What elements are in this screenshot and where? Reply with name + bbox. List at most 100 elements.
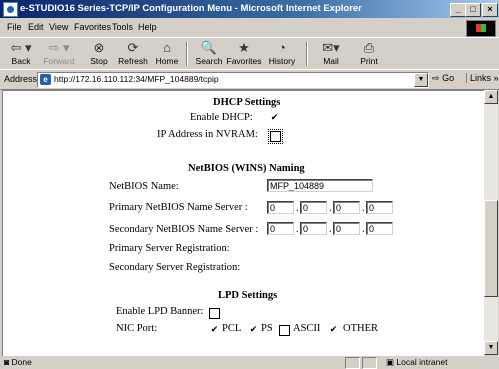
- nvram-label: IP Address in NVRAM:: [157, 129, 258, 140]
- enable-dhcp-checkbox[interactable]: ✔: [269, 113, 280, 124]
- mail-button[interactable]: ✉▾ Mail: [312, 40, 350, 68]
- zone-indicator: ▣ Local intranet: [386, 357, 447, 368]
- toolbar-separator: [306, 42, 308, 66]
- print-icon: ⎙: [363, 40, 375, 55]
- toolbar: ⇦ ▾ Back ⇨ ▾ Forward ⊗ Stop ⟳ Refresh ⌂ …: [0, 37, 499, 70]
- enable-dhcp-label: Enable DHCP:: [190, 112, 253, 123]
- ps-checkbox[interactable]: ✔: [248, 325, 259, 336]
- octet-dot: .: [362, 203, 365, 214]
- octet-dot: .: [329, 224, 332, 235]
- status-pane: [345, 357, 360, 369]
- status-text: ◙ Done: [4, 357, 32, 367]
- octet-dot: .: [296, 203, 299, 214]
- menu-view[interactable]: View: [49, 22, 68, 32]
- other-label: OTHER: [343, 323, 378, 334]
- links-button[interactable]: Links »: [466, 73, 499, 83]
- go-label: Go: [442, 73, 455, 83]
- window-title: e-STUDIO16 Series-TCP/IP Configuration M…: [20, 3, 362, 14]
- search-label: Search: [195, 56, 223, 66]
- octet-dot: .: [362, 224, 365, 235]
- minimize-button[interactable]: _: [450, 3, 466, 17]
- menu-tools[interactable]: Tools: [112, 22, 133, 32]
- maximize-button[interactable]: □: [465, 3, 481, 17]
- address-dropdown-button[interactable]: ▼: [414, 73, 428, 87]
- octet-dot: .: [296, 224, 299, 235]
- scroll-up-button[interactable]: ▲: [484, 90, 498, 104]
- address-url[interactable]: http://172.16.110.112:34/MFP_104889/tcpi…: [54, 74, 219, 84]
- primary-registration-label: Primary Server Registration:: [109, 243, 230, 254]
- secondary-octet-3[interactable]: 0: [333, 222, 360, 235]
- back-arrow-icon: ⇦ ▾: [10, 40, 32, 55]
- status-done: Done: [11, 357, 32, 367]
- primary-octet-4[interactable]: 0: [366, 201, 393, 214]
- print-button[interactable]: ⎙ Print: [350, 40, 388, 68]
- stop-button[interactable]: ⊗ Stop: [80, 40, 118, 68]
- ascii-checkbox[interactable]: [279, 325, 290, 336]
- pcl-label: PCL: [222, 323, 242, 334]
- stop-label: Stop: [90, 56, 108, 66]
- menu-edit[interactable]: Edit: [28, 22, 44, 32]
- close-button[interactable]: ×: [482, 3, 498, 17]
- title-bar: e-STUDIO16 Series-TCP/IP Configuration M…: [0, 0, 499, 18]
- windows-logo-icon: [466, 20, 496, 37]
- ie-page-icon: e: [40, 74, 51, 85]
- other-checkbox[interactable]: ✔: [328, 325, 339, 336]
- nic-port-label: NIC Port:: [116, 323, 158, 334]
- netbios-name-input[interactable]: MFP_104889: [267, 179, 373, 192]
- primary-octet-1[interactable]: 0: [267, 201, 294, 214]
- secondary-registration-label: Secondary Server Registration:: [109, 262, 241, 273]
- print-label: Print: [360, 56, 378, 66]
- stop-icon: ⊗: [93, 40, 105, 55]
- status-pane: [362, 357, 377, 369]
- secondary-octet-2[interactable]: 0: [300, 222, 327, 235]
- primary-octet-2[interactable]: 0: [300, 201, 327, 214]
- zone-label: Local intranet: [396, 357, 448, 367]
- search-button[interactable]: 🔍 Search: [190, 40, 228, 68]
- ie-page-icon: ◙: [4, 357, 10, 367]
- home-label: Home: [155, 56, 179, 66]
- secondary-octet-4[interactable]: 0: [366, 222, 393, 235]
- ascii-label: ASCII: [293, 323, 321, 334]
- secondary-octet-1[interactable]: 0: [267, 222, 294, 235]
- menu-favorites[interactable]: Favorites: [74, 22, 111, 32]
- search-icon: 🔍: [200, 40, 218, 55]
- favorites-button[interactable]: ★ Favorites: [225, 40, 263, 68]
- menu-help[interactable]: Help: [138, 22, 157, 32]
- history-button[interactable]: ◔ History: [263, 40, 301, 68]
- toolbar-separator: [186, 42, 188, 66]
- go-arrow-icon: ⇨: [432, 73, 440, 83]
- menu-file[interactable]: File: [7, 22, 22, 32]
- page-content: DHCP Settings Enable DHCP: ✔ IP Address …: [2, 90, 484, 356]
- nvram-checkbox[interactable]: [268, 129, 283, 144]
- dhcp-heading: DHCP Settings: [213, 97, 281, 108]
- favorites-label: Favorites: [226, 56, 262, 66]
- scroll-down-button[interactable]: ▼: [484, 341, 498, 355]
- refresh-button[interactable]: ⟳ Refresh: [114, 40, 152, 68]
- home-button[interactable]: ⌂ Home: [148, 40, 186, 68]
- history-label: History: [268, 56, 296, 66]
- address-input[interactable]: e http://172.16.110.112:34/MFP_104889/tc…: [37, 72, 429, 88]
- mail-label: Mail: [323, 56, 339, 66]
- primary-octet-3[interactable]: 0: [333, 201, 360, 214]
- primary-server-label: Primary NetBIOS Name Server :: [109, 202, 248, 213]
- forward-label: Forward: [43, 56, 75, 66]
- back-button[interactable]: ⇦ ▾ Back: [2, 40, 40, 68]
- status-bar: ◙ Done ▣ Local intranet: [0, 356, 499, 369]
- scroll-thumb[interactable]: [484, 200, 498, 297]
- forward-button[interactable]: ⇨ ▾ Forward: [40, 40, 78, 68]
- lpd-banner-checkbox[interactable]: [209, 308, 220, 319]
- vertical-scrollbar[interactable]: ▲ ▼: [484, 90, 498, 355]
- lpd-banner-label: Enable LPD Banner:: [116, 306, 204, 317]
- menu-bar: File Edit View Favorites Tools Help: [0, 19, 499, 37]
- address-label: Address: [4, 74, 38, 84]
- mail-icon: ✉▾: [322, 40, 340, 55]
- ie-window-icon[interactable]: [3, 2, 18, 17]
- local-intranet-icon: ▣: [386, 357, 395, 367]
- back-label: Back: [11, 56, 31, 66]
- pcl-checkbox[interactable]: ✔: [209, 325, 220, 336]
- go-button[interactable]: ⇨ Go: [432, 73, 454, 84]
- netbios-name-label: NetBIOS Name:: [109, 181, 179, 192]
- favorites-icon: ★: [238, 40, 250, 55]
- ps-label: PS: [261, 323, 273, 334]
- home-icon: ⌂: [163, 40, 171, 55]
